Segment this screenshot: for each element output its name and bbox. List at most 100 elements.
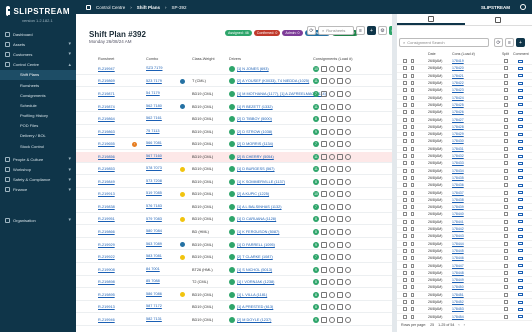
runsheet-link[interactable]: R-219856 xyxy=(98,155,115,159)
table-row[interactable]: R-219898 85 7088 T2 (CML) [1] I VORNJAK (12… xyxy=(76,277,392,289)
row-checkbox[interactable] xyxy=(403,197,407,202)
comment-icon[interactable] xyxy=(518,147,523,151)
print-icon[interactable] xyxy=(345,203,351,210)
consignment-row[interactable]: 26/8(AM) 178453 xyxy=(397,306,532,314)
consignment-row[interactable]: 26/8(AM) 178450 xyxy=(397,284,532,292)
consignment-link[interactable]: 178438 xyxy=(452,198,464,202)
comment-icon[interactable] xyxy=(518,220,523,224)
doc-icon[interactable] xyxy=(411,256,414,261)
driver-link[interactable]: [1] R BEZETT (1332) xyxy=(237,105,273,109)
box-icon[interactable] xyxy=(321,266,327,273)
doc-icon[interactable] xyxy=(411,175,414,180)
truck-icon[interactable] xyxy=(329,316,335,323)
box-icon[interactable] xyxy=(321,166,327,173)
box-icon[interactable] xyxy=(321,65,327,72)
consignment-link[interactable]: 178435 xyxy=(452,176,464,180)
row-checkbox[interactable] xyxy=(403,234,407,239)
driver-link[interactable]: [2] A YOUSEF (K0033), T4 NIEDDA (1025) xyxy=(237,79,309,83)
row-checkbox[interactable] xyxy=(403,278,407,283)
consignment-link[interactable]: 178440 xyxy=(452,212,464,216)
consignment-row[interactable]: 26/8(AM) 178427 xyxy=(397,116,532,124)
consignment-link[interactable]: 178431 xyxy=(452,147,464,151)
split-icon[interactable] xyxy=(504,292,508,297)
consignment-row[interactable]: 26/8(AM) 178444 xyxy=(397,241,532,248)
split-icon[interactable] xyxy=(504,234,508,239)
table-row[interactable]: R-219913 519 7085 BD19 (CML) [2] A KUPIC (1… xyxy=(76,190,392,201)
runsheet-link[interactable]: R-219853 xyxy=(98,167,115,171)
combo-link[interactable]: 586 7086 xyxy=(146,292,162,297)
doc-icon[interactable] xyxy=(337,65,343,72)
consignment-refresh-button[interactable]: ⟳ xyxy=(494,38,503,47)
driver-link[interactable]: [2] D STROW (1038) xyxy=(237,130,272,134)
split-icon[interactable] xyxy=(504,241,508,246)
doc-icon[interactable] xyxy=(411,139,414,144)
row-checkbox[interactable] xyxy=(403,256,407,261)
doc-icon[interactable] xyxy=(411,117,414,122)
user-icon[interactable] xyxy=(520,4,526,10)
consignment-add-button[interactable]: + xyxy=(516,38,525,47)
split-icon[interactable] xyxy=(504,81,508,86)
row-checkbox[interactable] xyxy=(403,154,407,159)
comment-icon[interactable] xyxy=(518,125,523,129)
doc-icon[interactable] xyxy=(337,304,343,311)
runsheet-link[interactable]: R-219951 xyxy=(98,217,115,221)
table-row[interactable]: R-219908 84 7001 BT26 (HML) [1] S NICHOL (5… xyxy=(76,265,392,276)
comment-icon[interactable] xyxy=(518,161,523,165)
consignment-count[interactable]: 8 xyxy=(313,304,319,311)
doc-icon[interactable] xyxy=(337,153,343,160)
comment-icon[interactable] xyxy=(518,307,523,311)
consignment-row[interactable]: 26/8(AM) 178431 xyxy=(397,146,532,153)
consignment-link[interactable]: 178437 xyxy=(452,191,464,195)
consignment-row[interactable]: 26/8(AM) 178441 xyxy=(397,219,532,226)
doc-icon[interactable] xyxy=(411,270,414,275)
row-checkbox[interactable] xyxy=(403,81,407,86)
runsheet-link[interactable]: R-219874 xyxy=(98,105,115,109)
sidebar-item-delivery-bol[interactable]: Delivery / BOL xyxy=(0,131,76,141)
consignment-row[interactable]: 26/8(AM) 178445 xyxy=(397,248,532,256)
sidebar-item-finance[interactable]: Finance ▾ xyxy=(0,185,76,195)
driver-link[interactable]: [1] A L BALSINHAS (1132) xyxy=(237,205,282,209)
runsheet-link[interactable]: R-219913 xyxy=(98,305,115,309)
box-icon[interactable] xyxy=(321,78,327,85)
sidebar-item-customers[interactable]: Customers ▾ xyxy=(0,49,76,59)
doc-icon[interactable] xyxy=(411,132,414,137)
comment-icon[interactable] xyxy=(518,278,523,282)
comment-icon[interactable] xyxy=(518,66,523,70)
split-icon[interactable] xyxy=(504,59,508,64)
doc-icon[interactable] xyxy=(337,229,343,236)
print-icon[interactable] xyxy=(345,266,351,273)
consignment-count[interactable]: 9 xyxy=(313,316,319,323)
split-icon[interactable] xyxy=(504,227,508,232)
print-icon[interactable] xyxy=(345,178,351,185)
consignment-count[interactable]: 7 xyxy=(313,254,319,261)
doc-icon[interactable] xyxy=(337,203,343,210)
table-row[interactable]: R-219866 580 7084 BD (HML) [1] K FERGUSON (… xyxy=(76,227,392,238)
row-checkbox[interactable] xyxy=(403,146,407,151)
comment-icon[interactable] xyxy=(518,176,523,180)
split-icon[interactable] xyxy=(504,154,508,159)
table-row[interactable]: R-219951 579 7083 BD19 (CML) [1] D CARUANA … xyxy=(76,215,392,226)
row-checkbox[interactable] xyxy=(403,190,407,195)
row-checkbox[interactable] xyxy=(403,168,407,173)
box-icon[interactable] xyxy=(321,103,327,110)
col-split[interactable]: Split xyxy=(502,52,509,56)
print-icon[interactable] xyxy=(345,316,351,323)
comment-icon[interactable] xyxy=(518,169,523,173)
doc-icon[interactable] xyxy=(337,103,343,110)
table-row[interactable]: R-219869 523 7179 T (CML) [2] A YOUSEF (K00… xyxy=(76,77,392,88)
driver-link[interactable]: [1] D FARRELL (1095) xyxy=(237,243,275,247)
consignment-link[interactable]: 178441 xyxy=(452,220,464,224)
consignment-link[interactable]: 178423 xyxy=(452,88,464,92)
sidebar-item-pod-files[interactable]: POD Files xyxy=(0,121,76,131)
print-icon[interactable] xyxy=(345,279,351,286)
rows-per-page-select[interactable]: 25 xyxy=(430,323,434,327)
combo-link[interactable]: 576 7183 xyxy=(146,204,162,209)
row-checkbox[interactable] xyxy=(403,59,407,64)
split-icon[interactable] xyxy=(504,219,508,224)
comment-icon[interactable] xyxy=(518,191,523,195)
consignment-link[interactable]: 178442 xyxy=(452,227,464,231)
box-icon[interactable] xyxy=(321,203,327,210)
consignment-count[interactable]: 11 xyxy=(313,78,319,85)
doc-icon[interactable] xyxy=(337,141,343,148)
row-checkbox[interactable] xyxy=(403,95,407,100)
